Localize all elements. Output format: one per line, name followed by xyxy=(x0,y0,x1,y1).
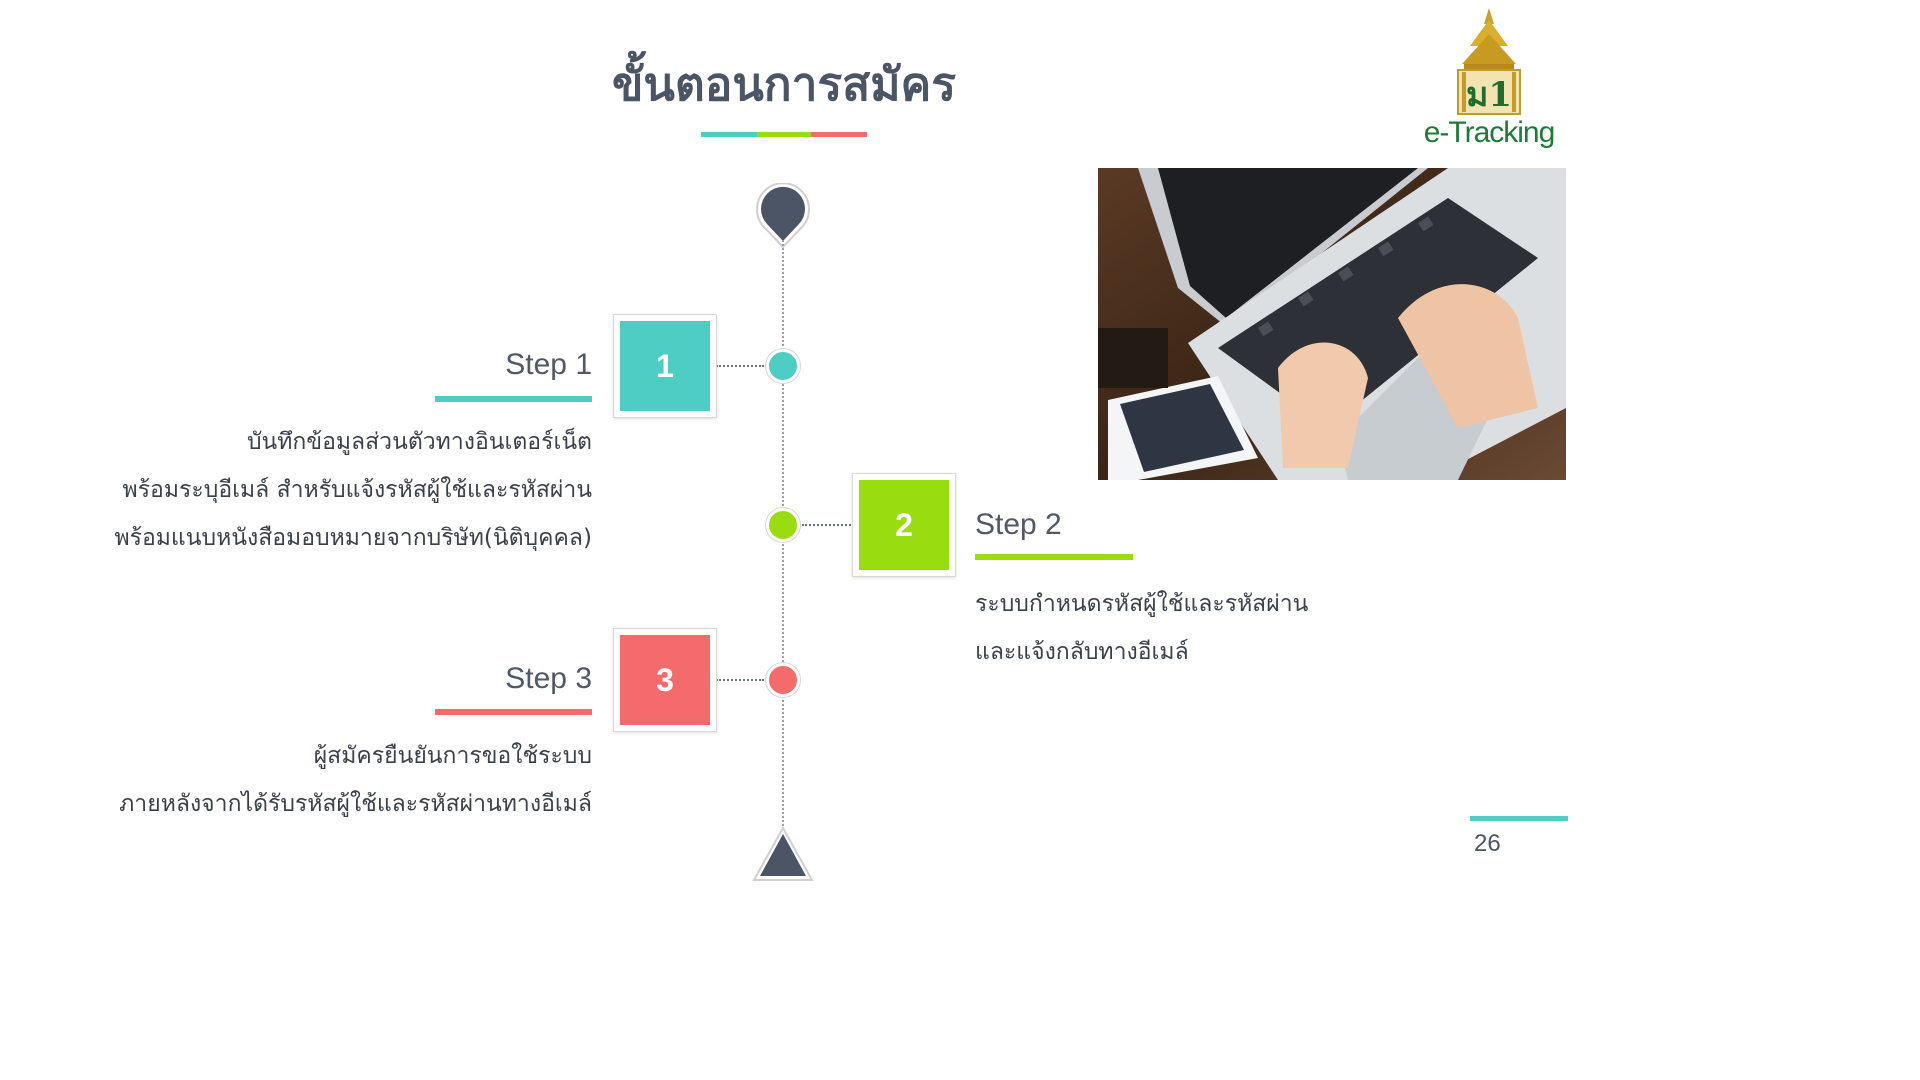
timeline-dot-step-3 xyxy=(766,663,800,697)
step-2-number-box: 2 xyxy=(852,473,956,577)
timeline-dot-step-2 xyxy=(766,508,800,542)
step-2-underline xyxy=(975,554,1133,560)
svg-text:ม1: ม1 xyxy=(1466,75,1512,115)
title-underline-teal xyxy=(701,132,757,137)
title-underline-red xyxy=(811,132,867,137)
timeline-end-triangle-icon xyxy=(752,826,814,881)
step-3-underline xyxy=(435,709,592,715)
step-1-number-box: 1 xyxy=(613,314,717,418)
etracking-logo: ม1 e-Tracking xyxy=(1418,6,1560,156)
step-3-number-box: 3 xyxy=(613,628,717,732)
connector-step-3 xyxy=(716,679,764,681)
timeline-dot-step-1 xyxy=(766,349,800,383)
step-2-line-1: ระบบกำหนดรหัสผู้ใช้และรหัสผ่าน xyxy=(975,591,1309,617)
page-number: 26 xyxy=(1474,830,1501,857)
connector-step-1 xyxy=(716,365,764,367)
step-1-line-2: พร้อมระบุอีเมล์ สำหรับแจ้งรหัสผู้ใช้และร… xyxy=(122,477,592,503)
step-1-underline xyxy=(435,396,592,402)
step-2-label: Step 2 xyxy=(975,508,1062,541)
page-title: ขั้นตอนการสมัคร xyxy=(611,57,957,111)
page-number-rule xyxy=(1470,816,1568,821)
step-1-line-3: พร้อมแนบหนังสือมอบหมายจากบริษัท(นิติบุคค… xyxy=(114,525,592,551)
step-3-label: Step 3 xyxy=(505,662,592,695)
step-2-number: 2 xyxy=(859,480,949,570)
step-2-description: ระบบกำหนดรหัสผู้ใช้และรหัสผ่าน และแจ้งกล… xyxy=(975,580,1308,676)
step-3-number: 3 xyxy=(620,635,710,725)
step-1-description: บันทึกข้อมูลส่วนตัวทางอินเตอร์เน็ต พร้อม… xyxy=(114,418,592,562)
laptop-typing-photo xyxy=(1098,168,1566,480)
step-3-line-2: ภายหลังจากได้รับรหัสผู้ใช้และรหัสผ่านทาง… xyxy=(119,791,592,817)
logo-text: e-Tracking xyxy=(1423,116,1556,149)
connector-step-2 xyxy=(802,524,854,526)
step-1-number: 1 xyxy=(620,321,710,411)
step-3-description: ผู้สมัครยืนยันการขอใช้ระบบ ภายหลังจากได้… xyxy=(119,732,592,828)
step-1-line-1: บันทึกข้อมูลส่วนตัวทางอินเตอร์เน็ต xyxy=(246,429,592,455)
step-3-line-1: ผู้สมัครยืนยันการขอใช้ระบบ xyxy=(313,743,592,769)
title-underline-green xyxy=(757,132,811,137)
step-2-line-2: และแจ้งกลับทางอีเมล์ xyxy=(975,639,1189,665)
thai-pavilion-emblem-icon: ม1 xyxy=(1457,8,1521,115)
step-1-label: Step 1 xyxy=(505,348,592,381)
